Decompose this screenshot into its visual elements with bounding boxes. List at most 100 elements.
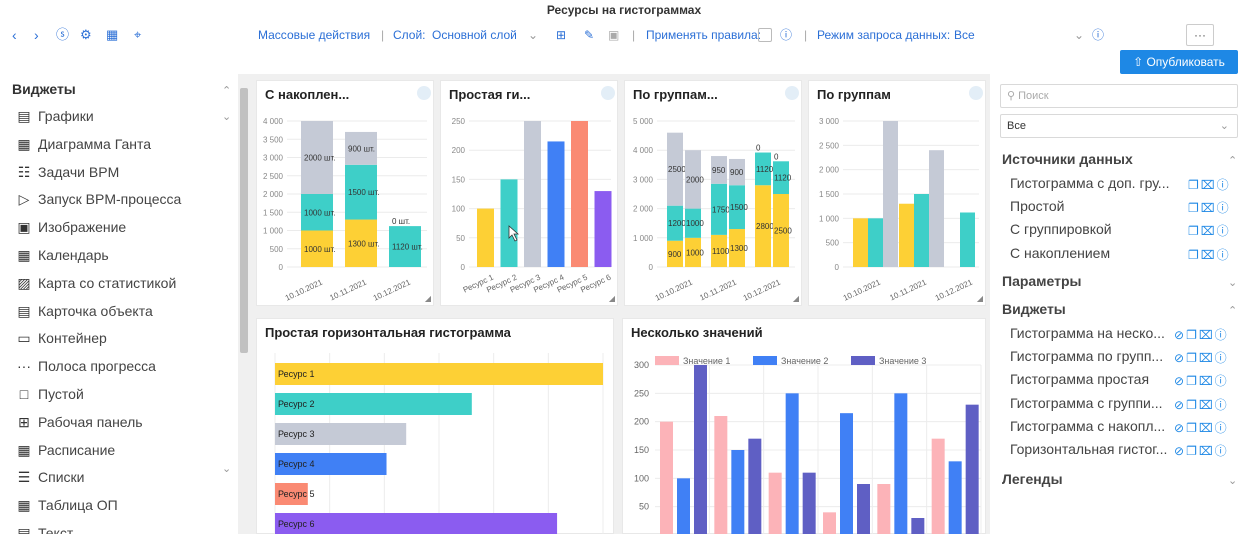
help-icon[interactable]: ⓘ xyxy=(1215,444,1229,458)
chevron-down-icon[interactable]: ⌄ xyxy=(528,20,538,50)
help-icon[interactable]: ⓘ xyxy=(1217,178,1231,192)
trash-icon[interactable]: ⌧ xyxy=(1199,398,1215,412)
widget-item[interactable]: ▨ Карта со статистикой xyxy=(16,275,176,292)
copy-icon[interactable]: ❐ xyxy=(1188,178,1201,192)
forward-icon[interactable]: › xyxy=(34,20,39,50)
help-icon[interactable]: ⓘ xyxy=(1217,248,1231,262)
help-icon[interactable]: ⓘ xyxy=(1215,374,1229,388)
widget-item[interactable]: ▦ Диаграмма Ганта xyxy=(16,136,151,153)
hide-icon[interactable]: ⊘ xyxy=(1174,351,1186,365)
widget-item[interactable]: ▦ Таблица ОП xyxy=(16,497,117,514)
widgets-section-title[interactable]: Виджеты xyxy=(1002,301,1066,317)
back-icon[interactable]: ‹ xyxy=(12,20,17,50)
copy-icon[interactable]: ❐ xyxy=(1186,421,1199,435)
chevron-up-icon[interactable]: ⌃ xyxy=(222,84,231,97)
trash-icon[interactable]: ⌧ xyxy=(1201,248,1217,262)
chevron-down-icon[interactable]: ⌄ xyxy=(1228,276,1237,289)
trash-icon[interactable]: ⌧ xyxy=(1199,328,1215,342)
trash-icon[interactable]: ⌧ xyxy=(1201,224,1217,238)
help-icon[interactable]: ⓘ xyxy=(1092,20,1104,50)
card-menu-icon[interactable] xyxy=(969,86,983,100)
hide-icon[interactable]: ⊘ xyxy=(1174,398,1186,412)
copy-icon[interactable]: ❐ xyxy=(1188,201,1201,215)
trash-icon[interactable]: ⌧ xyxy=(1201,201,1217,215)
chart-card-multi[interactable]: 50 100 150 200 250 300 Значение 1 Значение 2 Зна… xyxy=(622,318,986,534)
params-title[interactable]: Параметры xyxy=(1002,273,1082,289)
more-button[interactable]: ··· xyxy=(1186,24,1214,46)
help-icon[interactable]: ⓘ xyxy=(1215,351,1229,365)
hide-icon[interactable]: ⊘ xyxy=(1174,328,1186,342)
fullscreen-icon[interactable]: ⌖ xyxy=(134,20,141,50)
resize-handle-icon[interactable]: ◢ xyxy=(425,294,431,303)
copy-icon[interactable]: ❐ xyxy=(1188,224,1201,238)
widget-item[interactable]: □ Пустой xyxy=(16,386,84,402)
help-icon[interactable]: ⓘ xyxy=(1217,201,1231,215)
trash-icon[interactable]: ⌧ xyxy=(1201,178,1217,192)
copy-icon[interactable]: ❐ xyxy=(1186,398,1199,412)
hide-icon[interactable]: ⊘ xyxy=(1174,444,1186,458)
copy-icon[interactable]: ❐ xyxy=(1186,328,1199,342)
panel-list-item[interactable]: С группировкой xyxy=(1010,221,1112,237)
sources-title[interactable]: Источники данных xyxy=(1002,151,1133,167)
panel-list-item[interactable]: Гистограмма простая xyxy=(1010,371,1149,387)
layer-select[interactable]: Основной слой xyxy=(432,20,517,50)
widget-item[interactable]: ▦ Расписание xyxy=(16,442,115,459)
copy-icon[interactable]: ❐ xyxy=(1186,374,1199,388)
widget-item[interactable]: ▤ Карточка объекта xyxy=(16,303,152,320)
copy-icon[interactable]: ❐ xyxy=(1188,248,1201,262)
widget-item[interactable]: ▤ Графики xyxy=(16,108,93,125)
trash-icon[interactable]: ⌧ xyxy=(1199,374,1215,388)
resize-handle-icon[interactable]: ◢ xyxy=(977,294,983,303)
publish-button[interactable]: ⇧ Опубликовать xyxy=(1120,50,1238,74)
scrollbar-thumb[interactable] xyxy=(240,88,248,353)
copy-icon[interactable]: ❐ xyxy=(1186,444,1199,458)
widget-item[interactable]: ☷ Задачи BPM xyxy=(16,164,120,181)
search-input[interactable]: ⚲ Поиск xyxy=(1000,84,1238,108)
hide-icon[interactable]: ⊘ xyxy=(1174,421,1186,435)
panel-list-item[interactable]: Горизонтальная гистог... xyxy=(1010,441,1167,457)
card-menu-icon[interactable] xyxy=(601,86,615,100)
edit-icon[interactable]: ✎ xyxy=(584,20,594,50)
chart-card-groups[interactable]: 0 500 1 000 1 500 2 000 2 500 3 000 10.10.2021 1… xyxy=(808,80,986,306)
chevron-up-icon[interactable]: ⌃ xyxy=(1228,154,1237,167)
apply-rules-checkbox[interactable] xyxy=(758,28,772,42)
resize-handle-icon[interactable]: ◢ xyxy=(793,294,799,303)
trash-icon[interactable]: ⌧ xyxy=(1199,351,1215,365)
widget-item[interactable]: ▷ Запуск BPM-процесса xyxy=(16,191,182,208)
panel-list-item[interactable]: Гистограмма по групп... xyxy=(1010,348,1163,364)
resize-handle-icon[interactable]: ◢ xyxy=(609,294,615,303)
legends-title[interactable]: Легенды xyxy=(1002,471,1063,487)
chevron-down-icon[interactable]: ⌄ xyxy=(1074,20,1084,50)
copy-icon[interactable]: ❐ xyxy=(1186,351,1199,365)
hide-icon[interactable]: ⊘ xyxy=(1174,374,1186,388)
widget-item[interactable]: ▤ Текст xyxy=(16,525,73,534)
chart-card-horizontal[interactable]: Ресурс 1 Ресурс 2 Ресурс 3 Ресурс 4 Ресурс 5… xyxy=(256,318,614,534)
filter-select[interactable]: Все ⌄ xyxy=(1000,114,1238,138)
card-menu-icon[interactable] xyxy=(417,86,431,100)
help-icon[interactable]: ⓘ xyxy=(780,20,792,50)
widget-item[interactable]: ▣ Изображение xyxy=(16,219,126,236)
panel-list-item[interactable]: Гистограмма с накопл... xyxy=(1010,418,1165,434)
panel-list-item[interactable]: Гистограмма на неско... xyxy=(1010,325,1165,341)
help-icon[interactable]: ⓘ xyxy=(1215,398,1229,412)
panel-list-item[interactable]: Гистограмма с группи... xyxy=(1010,395,1163,411)
chart-card-stacked[interactable]: 0 500 1 000 1 500 2 000 2 500 3 000 3 500 4 000 1… xyxy=(256,80,434,306)
help-icon[interactable]: ⓘ xyxy=(1215,328,1229,342)
card-menu-icon[interactable] xyxy=(785,86,799,100)
chart-card-simple[interactable]: 0 50 100 150 200 250 Ресурс 1 Ресурс 2 Ресурс 3Р… xyxy=(440,80,618,306)
trash-icon[interactable]: ⌧ xyxy=(1199,421,1215,435)
panel-list-item[interactable]: Простой xyxy=(1010,198,1065,214)
chevron-down-icon[interactable]: ⌄ xyxy=(222,462,231,475)
widget-item[interactable]: ··· Полоса прогресса xyxy=(16,358,156,374)
trash-icon[interactable]: ⌧ xyxy=(1199,444,1215,458)
widget-item[interactable]: ▦ Календарь xyxy=(16,247,108,264)
bulk-actions-button[interactable]: Массовые действия xyxy=(258,20,370,50)
trash-icon[interactable]: ▣ xyxy=(608,20,619,50)
widget-item[interactable]: ⊞ Рабочая панель xyxy=(16,414,142,431)
chevron-down-icon[interactable]: ⌄ xyxy=(222,110,231,123)
query-mode-select[interactable]: Все xyxy=(954,20,975,50)
add-layer-icon[interactable]: ⊞ xyxy=(556,20,566,50)
panel-list-item[interactable]: С накоплением xyxy=(1010,245,1110,261)
chart-card-groups-stacked[interactable]: 0 1 000 2 000 3 000 4 000 5 000 900 1200 2500 100… xyxy=(624,80,802,306)
widget-item[interactable]: ▭ Контейнер xyxy=(16,330,106,347)
